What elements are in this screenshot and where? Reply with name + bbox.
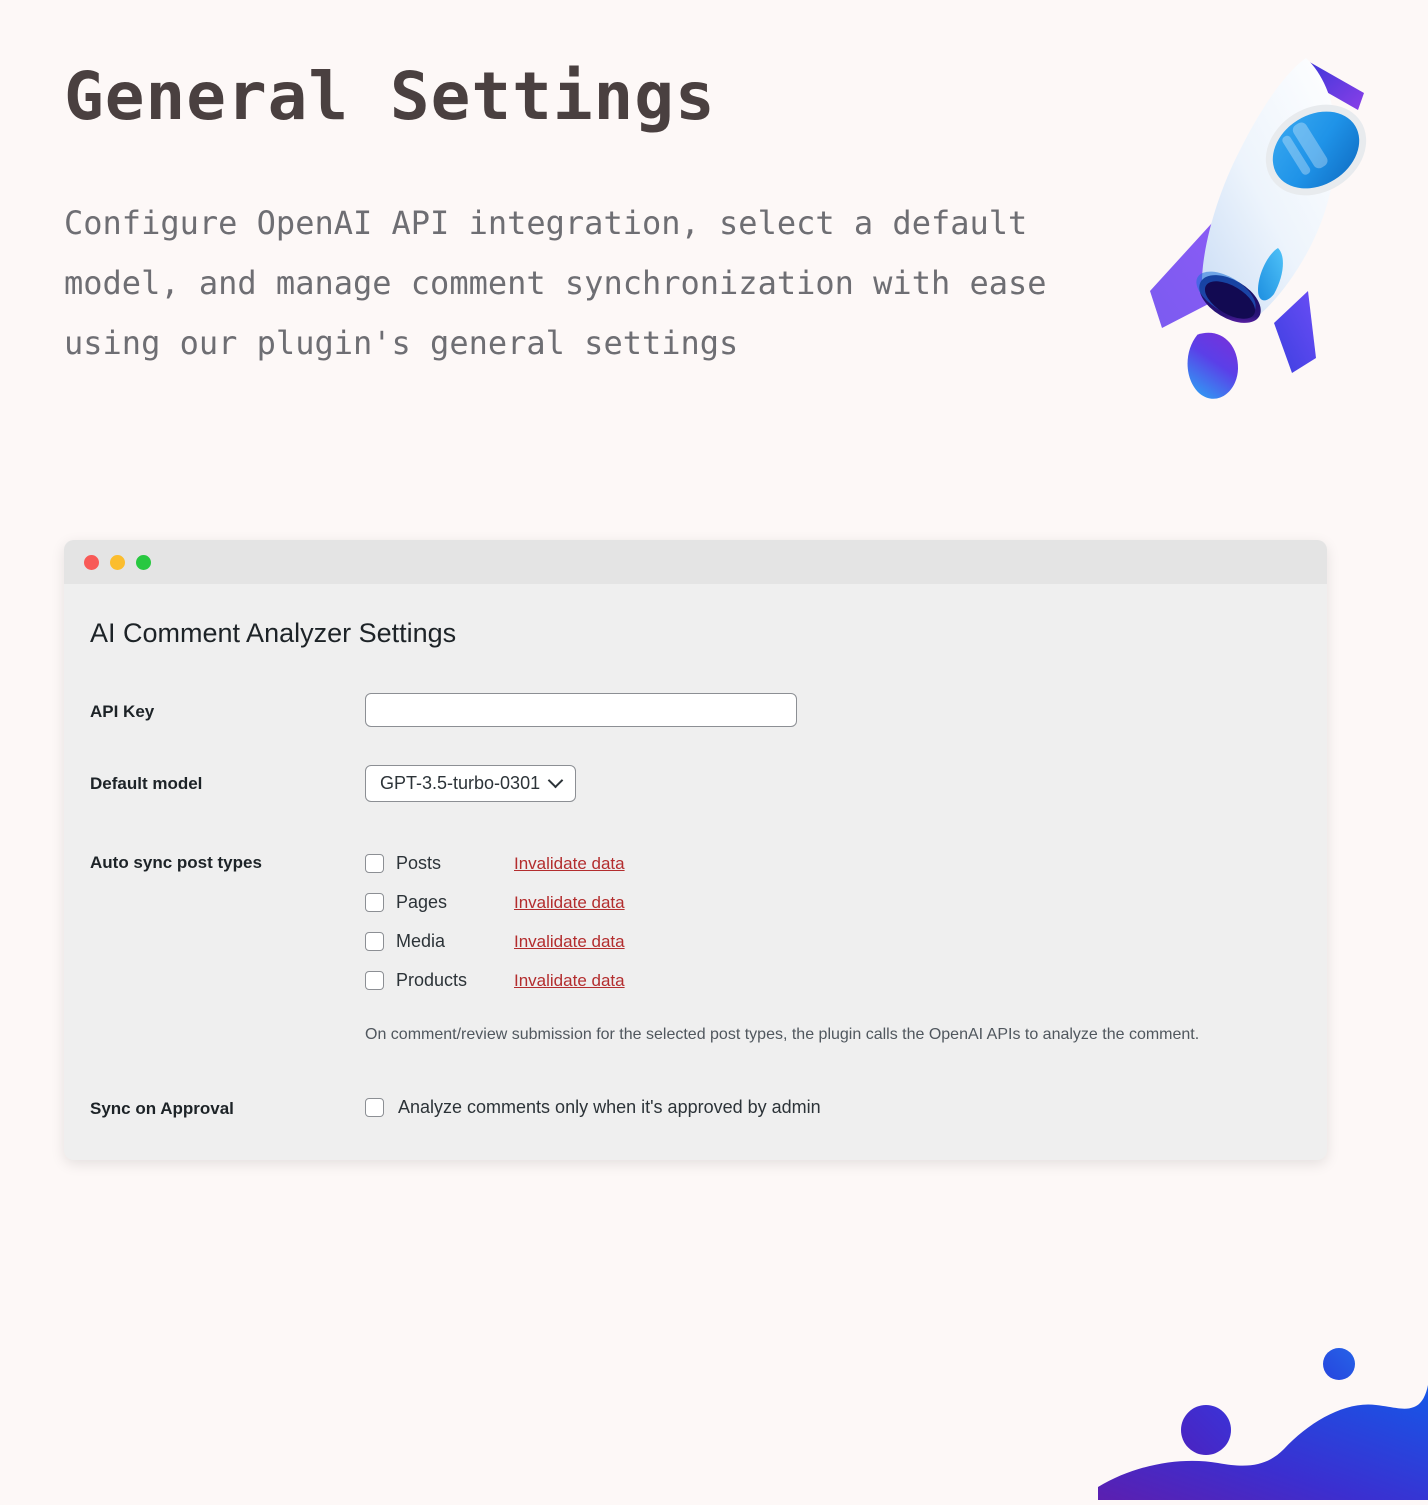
default-model-select[interactable]: GPT-3.5-turbo-0301 [365,765,577,802]
list-item: Products Invalidate data [365,961,1301,1000]
field-row-auto-sync: Auto sync post types Posts Invalidate da… [90,844,1301,1090]
panel-title: AI Comment Analyzer Settings [90,618,457,648]
hero-section: General Settings Configure OpenAI API in… [64,62,1164,373]
invalidate-data-link-products[interactable]: Invalidate data [514,971,625,991]
checkbox-sync-on-approval[interactable] [365,1098,384,1117]
browser-window: AI Comment Analyzer Settings API Key Def… [64,540,1327,1161]
page-title: General Settings [64,58,716,135]
api-key-label: API Key [90,702,155,721]
minimize-button[interactable] [110,554,125,570]
maximize-button[interactable] [136,554,151,570]
auto-sync-label: Auto sync post types [90,853,262,872]
checkbox-label-products: Products [396,970,468,990]
field-row-default-model: Default model GPT-3.5-turbo-0301 [90,765,1301,802]
list-item: Media Invalidate data [365,922,1301,961]
checkbox-posts[interactable] [365,854,384,873]
checkbox-pages[interactable] [365,893,384,912]
default-model-label: Default model [90,774,203,793]
field-row-api-key: API Key [90,693,1301,727]
settings-panel: AI Comment Analyzer Settings API Key Def… [64,584,1327,1161]
window-titlebar [64,540,1327,584]
field-row-sync-on-approval: Sync on Approval Analyze comments only w… [90,1090,1301,1120]
invalidate-data-link-posts[interactable]: Invalidate data [514,854,625,874]
api-key-input[interactable] [365,693,797,727]
checkbox-label-sync-on-approval: Analyze comments only when it's approved… [398,1097,821,1117]
checkbox-media[interactable] [365,932,384,951]
invalidate-data-link-media[interactable]: Invalidate data [514,932,625,952]
auto-sync-list: Posts Invalidate data Pages Invalidate d… [365,844,1301,1000]
checkbox-label-media: Media [396,931,446,951]
rocket-icon [1140,48,1428,408]
list-item: Pages Invalidate data [365,883,1301,922]
checkbox-label-posts: Posts [396,853,442,873]
auto-sync-help-text: On comment/review submission for the sel… [365,1026,1200,1043]
page-subtitle: Configure OpenAI API integration, select… [64,204,1047,363]
checkbox-products[interactable] [365,971,384,990]
checkbox-label-pages: Pages [396,892,448,912]
sync-on-approval-label: Sync on Approval [90,1099,234,1118]
invalidate-data-link-pages[interactable]: Invalidate data [514,893,625,913]
wave-decoration [1098,1325,1428,1500]
default-model-selected-value: GPT-3.5-turbo-0301 [380,773,541,793]
close-button[interactable] [84,554,99,570]
list-item: Posts Invalidate data [365,844,1301,883]
chevron-down-icon [550,775,563,788]
sync-on-approval-control: Analyze comments only when it's approved… [365,1090,1301,1118]
